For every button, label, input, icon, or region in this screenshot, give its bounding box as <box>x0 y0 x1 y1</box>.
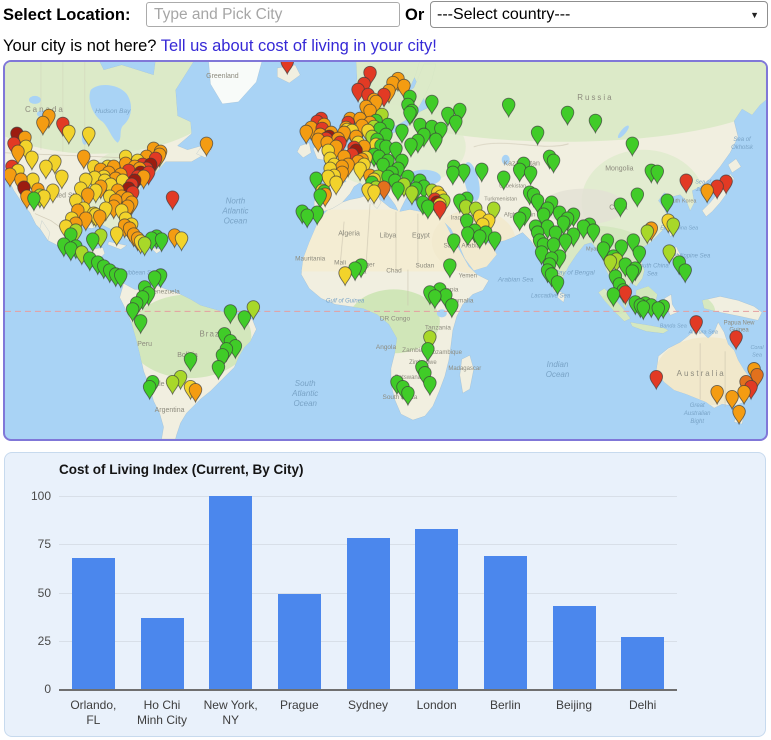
country-label: Sudan <box>416 262 435 269</box>
country-label: Australia <box>677 369 726 378</box>
country-label: Peru <box>137 341 152 348</box>
country-label: Russia <box>577 93 613 102</box>
water-label: Coral Sea <box>750 345 764 358</box>
cost-of-living-chart: Cost of Living Index (Current, By City) … <box>4 452 766 737</box>
city-search-input[interactable] <box>146 2 400 27</box>
water-label: Hudson Bay <box>95 108 131 115</box>
country-label: Yemen <box>459 273 477 279</box>
or-label: Or <box>405 6 425 24</box>
country-label: Mauritania <box>295 255 326 262</box>
country-label: Algeria <box>338 231 360 238</box>
country-label: Zambia <box>402 347 424 354</box>
city-pin-icon[interactable] <box>174 231 189 252</box>
water-label: Banda Sea <box>660 323 687 329</box>
x-axis-line <box>59 689 677 691</box>
country-label: Angola <box>376 344 397 351</box>
city-pin-icon[interactable] <box>666 217 680 238</box>
bar-London[interactable] <box>415 528 459 689</box>
y-axis-tick-label: 0 <box>44 682 51 696</box>
bar-Sydney[interactable] <box>346 538 390 689</box>
country-label: Mongolia <box>605 166 633 173</box>
country-select-wrap: ---Select country--- ▼ <box>430 1 768 28</box>
water-label: Great Australian Bight <box>683 403 711 425</box>
select-location-label: Select Location: <box>3 6 131 24</box>
country-label: Chad <box>386 267 402 274</box>
world-map-canvas: Hudson Bay North Atlantic Ocean South Atlanti… <box>5 62 766 439</box>
city-pin-icon[interactable] <box>636 300 651 321</box>
bar-Ho Chi Minh City[interactable] <box>140 617 184 689</box>
country-label: Iraq <box>451 216 461 222</box>
country-label: Mali <box>334 259 346 266</box>
y-axis-tick-label: 75 <box>37 537 51 552</box>
tell-us-link[interactable]: Tell us about cost of living in your cit… <box>161 37 437 55</box>
city-pin-icon[interactable] <box>299 124 313 146</box>
city-pin-icon[interactable] <box>729 330 743 351</box>
bar-Prague[interactable] <box>277 594 321 689</box>
water-label: Gulf of Guinea <box>326 298 365 304</box>
water-label: Arabian Sea <box>497 276 534 283</box>
chart-title: Cost of Living Index (Current, By City) <box>59 462 304 477</box>
water-label: Laccadive Sea <box>531 293 571 299</box>
city-pin-icon[interactable] <box>300 208 314 229</box>
city-pin-icon[interactable] <box>165 190 180 211</box>
country-label: DR Congo <box>380 315 411 322</box>
water-label: South Atlantic Ocean <box>291 379 318 408</box>
bar-Delhi[interactable] <box>621 636 665 689</box>
y-axis-tick-label: 100 <box>30 489 51 503</box>
gridline <box>59 496 677 497</box>
country-label: Greenland <box>206 73 239 80</box>
country-label: Argentina <box>155 407 185 414</box>
world-map[interactable]: Hudson Bay North Atlantic Ocean South Atlanti… <box>3 60 768 441</box>
water-label: Arafura Sea <box>688 329 718 335</box>
x-axis-label: Delhi <box>628 698 657 712</box>
y-axis-tick-label: 50 <box>37 585 51 600</box>
bar-Beijing[interactable] <box>552 606 596 689</box>
bar-Berlin[interactable] <box>483 555 527 689</box>
city-pin-icon[interactable] <box>700 183 714 204</box>
y-axis-tick-label: 25 <box>37 633 51 648</box>
country-label: Papua New <box>724 320 756 326</box>
city-pin-icon[interactable] <box>649 370 664 391</box>
water-label: Indian Ocean <box>546 360 570 379</box>
bar-Orlando, FL[interactable] <box>71 557 115 689</box>
bar-New York, NY[interactable] <box>209 496 253 689</box>
country-select[interactable]: ---Select country--- <box>430 1 768 28</box>
country-label: Turkmenistan <box>484 197 517 203</box>
prompt-text: Your city is not here? <box>3 37 157 55</box>
city-pin-icon[interactable] <box>678 263 692 284</box>
city-pin-icon[interactable] <box>550 275 565 296</box>
water-label: Bay of Bengal <box>554 269 595 276</box>
country-label: Libya <box>380 233 397 240</box>
water-label: North Atlantic Ocean <box>221 197 248 226</box>
country-label: Madagascar <box>448 366 481 372</box>
country-label: Egypt <box>412 233 430 240</box>
